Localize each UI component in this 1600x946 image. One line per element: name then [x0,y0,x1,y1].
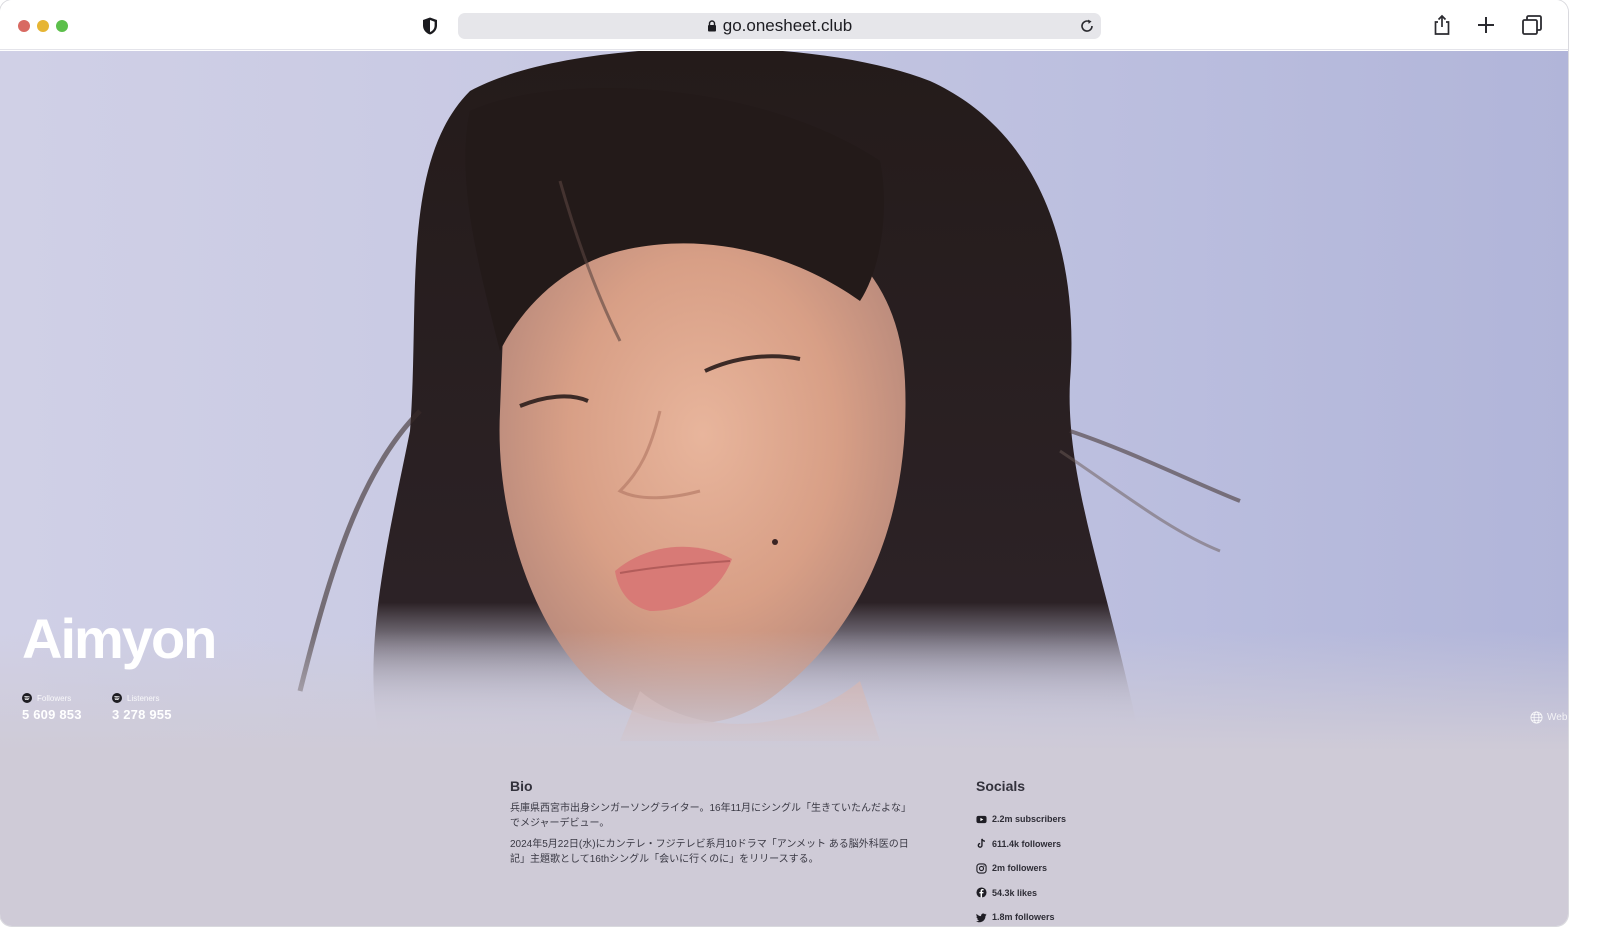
social-youtube[interactable]: 2.2m subscribers [976,807,1066,832]
social-facebook[interactable]: 54.3k likes [976,881,1066,906]
socials-list: 2.2m subscribers 611.4k followers 2m fol… [976,807,1066,926]
social-stat: 2.2m subscribers [992,814,1067,825]
artist-name: Aimyon [22,607,217,670]
social-stat: 611.4k followers [992,838,1062,849]
listeners-stat: Listeners 3 278 955 [112,693,172,722]
facebook-icon [976,887,987,898]
website-link[interactable]: Web [1530,711,1567,724]
spotify-icon [22,693,32,703]
social-stat: 2m followers [992,863,1048,874]
social-stat: 54.3k likes [992,887,1038,898]
social-tiktok[interactable]: 611.4k followers [976,832,1066,857]
browser-window: go.onesheet.club Aimyon Followers 5 609 … [0,0,1568,926]
instagram-icon [976,863,987,874]
spotify-icon [112,693,122,703]
bio-title: Bio [510,778,533,794]
bio-section: Bio 兵庫県西宮市出身シンガーソングライター。16年11月にシングル「生きてい… [510,778,920,867]
social-instagram[interactable]: 2m followers [976,856,1066,881]
tab-overview-icon[interactable] [1520,13,1544,37]
lock-icon [707,20,716,32]
followers-stat: Followers 5 609 853 [22,693,82,722]
close-window-button[interactable] [18,20,30,32]
socials-section: Socials 2.2m subscribers 611.4k follower… [976,778,1066,926]
privacy-shield-icon[interactable] [420,16,440,36]
tiktok-icon [977,838,986,849]
stat-value: 5 609 853 [22,707,82,722]
globe-icon [1530,711,1543,724]
website-label: Web [1547,712,1568,723]
browser-toolbar: go.onesheet.club [0,0,1568,50]
share-icon[interactable] [1430,13,1454,37]
new-tab-icon[interactable] [1474,13,1498,37]
socials-title: Socials [976,778,1026,794]
reload-icon[interactable] [1079,18,1095,34]
maximize-window-button[interactable] [56,20,68,32]
bio-paragraph: 2024年5月22日(水)にカンテレ・フジテレビ系月10ドラマ「アンメット ある… [510,839,909,865]
twitter-icon [976,913,987,923]
url-text: go.onesheet.club [722,16,853,35]
stat-value: 3 278 955 [112,707,172,722]
artist-hero: Aimyon Followers 5 609 853 Listeners 3 2… [0,51,1568,751]
youtube-icon [976,815,987,823]
stat-label: Followers [37,693,72,703]
profile-content: Bio 兵庫県西宮市出身シンガーソングライター。16年11月にシングル「生きてい… [0,751,1568,926]
social-twitter[interactable]: 1.8m followers [976,905,1066,926]
address-bar[interactable]: go.onesheet.club [458,13,1101,39]
hero-bottom-fade [0,631,1568,751]
minimize-window-button[interactable] [37,20,49,32]
bio-paragraph: 兵庫県西宮市出身シンガーソングライター。16年11月にシングル「生きていたんだよ… [510,803,912,829]
social-stat: 1.8m followers [992,912,1055,923]
stat-label: Listeners [127,693,160,703]
